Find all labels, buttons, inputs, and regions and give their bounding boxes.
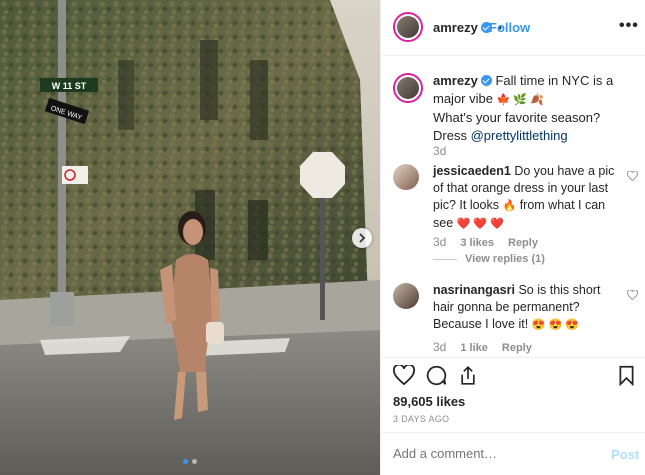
bookmark-icon[interactable] (618, 365, 635, 386)
like-comment-heart-icon[interactable] (627, 290, 638, 300)
carousel-dot (192, 459, 197, 464)
reply-button[interactable]: Reply (502, 342, 532, 354)
view-replies-label[interactable]: View replies (1) (465, 253, 545, 265)
comment-meta: 3d 1 like Reply (433, 340, 532, 354)
username-label[interactable]: amrezy (433, 20, 478, 35)
caption-avatar[interactable] (393, 73, 423, 103)
caption-emojis: 🍁 🌿 🍂 (496, 94, 544, 106)
post-actions (393, 365, 638, 389)
comment-username[interactable]: jessicaeden1 (433, 164, 511, 178)
post-comment-button[interactable]: Post (611, 447, 639, 462)
view-replies-button[interactable]: View replies (1) (433, 253, 545, 265)
comment-emoji: ❤️ ❤️ ❤️ (456, 218, 504, 230)
like-heart-icon[interactable] (393, 365, 415, 385)
chevron-right-icon (359, 233, 366, 243)
comment-text: jessicaeden1 Do you have a pic of that o… (433, 163, 618, 233)
post-photo[interactable]: W 11 ST ONE WAY (0, 0, 380, 475)
post-header: amrezy • Follow ••• (381, 0, 645, 56)
comment-likes[interactable]: 3 likes (460, 237, 494, 249)
post-panel: amrezy • Follow ••• amrezy Fall time in … (380, 0, 645, 475)
divider (381, 432, 645, 433)
share-icon[interactable] (458, 365, 478, 386)
comment-emoji: 😍 😍 😍 (531, 319, 579, 331)
next-photo-button[interactable] (352, 228, 372, 248)
caption-line-2: What's your favorite season? (433, 110, 601, 125)
comment-likes[interactable]: 1 like (460, 342, 488, 354)
comment-timestamp: 3d (433, 340, 447, 354)
comment-username[interactable]: nasrinangasri (433, 283, 515, 297)
carousel-indicator (0, 459, 380, 464)
likes-count[interactable]: 89,605 likes (393, 394, 465, 409)
caption-username[interactable]: amrezy (433, 73, 478, 88)
comment-bubble-icon[interactable] (426, 365, 447, 386)
divider-line (433, 258, 457, 260)
divider (381, 357, 645, 358)
street-sign-label: W 11 ST (52, 81, 87, 91)
avatar[interactable] (393, 12, 423, 42)
caption-line-3: Dress (433, 128, 467, 143)
more-options-icon[interactable]: ••• (619, 17, 639, 35)
comment-input[interactable] (393, 446, 583, 461)
like-comment-heart-icon[interactable] (627, 171, 638, 181)
avatar[interactable] (393, 283, 419, 309)
post-caption: amrezy Fall time in NYC is a major vibe … (433, 72, 633, 145)
mention-link[interactable]: @prettylittlething (471, 128, 568, 143)
caption-timestamp: 3d (433, 144, 447, 158)
comment-emoji: 🔥 (502, 200, 517, 212)
comment-timestamp: 3d (433, 235, 447, 249)
follow-button[interactable]: Follow (489, 20, 530, 35)
comment-text: nasrinangasri So is this short hair gonn… (433, 282, 618, 334)
post-age: 3 DAYS AGO (393, 414, 450, 424)
reply-button[interactable]: Reply (508, 237, 538, 249)
carousel-dot (183, 459, 188, 464)
verified-icon (480, 75, 492, 86)
comment-meta: 3d 3 likes Reply (433, 235, 538, 249)
avatar[interactable] (393, 164, 419, 190)
